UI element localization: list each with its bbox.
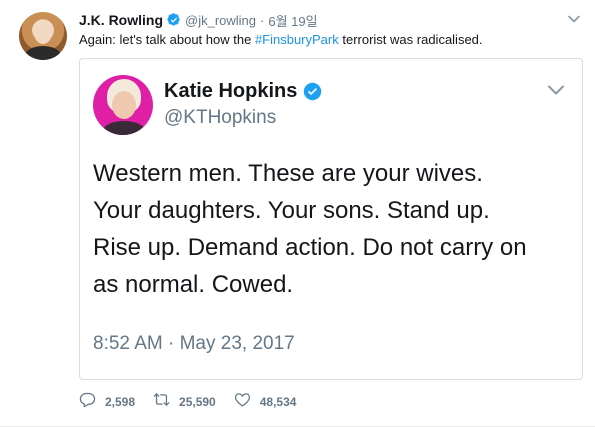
avatar-face xyxy=(34,22,52,44)
like-button[interactable]: 48,534 xyxy=(234,391,297,413)
retweet-icon xyxy=(153,391,170,413)
tweet-header: J.K. Rowling @jk_rowling · 6월 19일 xyxy=(79,11,318,29)
quoted-author-handle[interactable]: @KTHopkins xyxy=(164,107,276,129)
tweet-text-before: Again: let's talk about how the xyxy=(79,32,255,47)
avatar-shoulders xyxy=(25,46,61,60)
author-name[interactable]: J.K. Rowling xyxy=(79,12,163,28)
quoted-author-avatar[interactable] xyxy=(93,75,153,135)
avatar-face xyxy=(112,91,136,119)
reply-icon xyxy=(79,391,96,413)
quoted-text-line: Rise up. Demand action. Do not carry on xyxy=(93,234,527,261)
tweet[interactable]: J.K. Rowling @jk_rowling · 6월 19일 Again:… xyxy=(0,0,595,427)
header-separator: · xyxy=(260,12,265,28)
tweet-text-after: terrorist was radicalised. xyxy=(338,32,483,47)
quoted-author-name[interactable]: Katie Hopkins xyxy=(164,80,297,103)
tweet-timestamp[interactable]: 6월 19일 xyxy=(268,11,317,30)
quoted-text-line: Your daughters. Your sons. Stand up. xyxy=(93,197,490,224)
like-count: 48,534 xyxy=(259,395,297,409)
avatar-body xyxy=(103,121,145,135)
hashtag-link[interactable]: #FinsburyPark xyxy=(255,32,339,47)
quoted-tweet-text: Western men. These are your wives. Your … xyxy=(93,155,573,303)
author-avatar[interactable] xyxy=(19,12,67,60)
quoted-tweet-card[interactable]: Katie Hopkins @KTHopkins Western men. Th… xyxy=(79,58,583,380)
quoted-text-line: as normal. Cowed. xyxy=(93,271,294,298)
heart-icon xyxy=(234,391,251,413)
retweet-button[interactable]: 25,590 xyxy=(153,391,216,413)
chevron-down-icon[interactable] xyxy=(546,80,566,100)
tweet-actions: 2,598 25,590 48,534 xyxy=(79,391,314,413)
chevron-down-icon[interactable] xyxy=(567,12,581,26)
tweet-text: Again: let's talk about how the #Finsbur… xyxy=(79,31,483,48)
quoted-text-line: Western men. These are your wives. xyxy=(93,160,483,187)
quoted-author-name-row: Katie Hopkins xyxy=(164,80,322,103)
verified-badge-icon xyxy=(303,82,322,101)
reply-count: 2,598 xyxy=(105,395,136,409)
quoted-tweet-timestamp: 8:52 AM · May 23, 2017 xyxy=(93,333,295,354)
reply-button[interactable]: 2,598 xyxy=(79,391,135,413)
verified-badge-icon xyxy=(167,13,181,27)
author-handle[interactable]: @jk_rowling xyxy=(185,13,256,28)
retweet-count: 25,590 xyxy=(179,395,216,409)
